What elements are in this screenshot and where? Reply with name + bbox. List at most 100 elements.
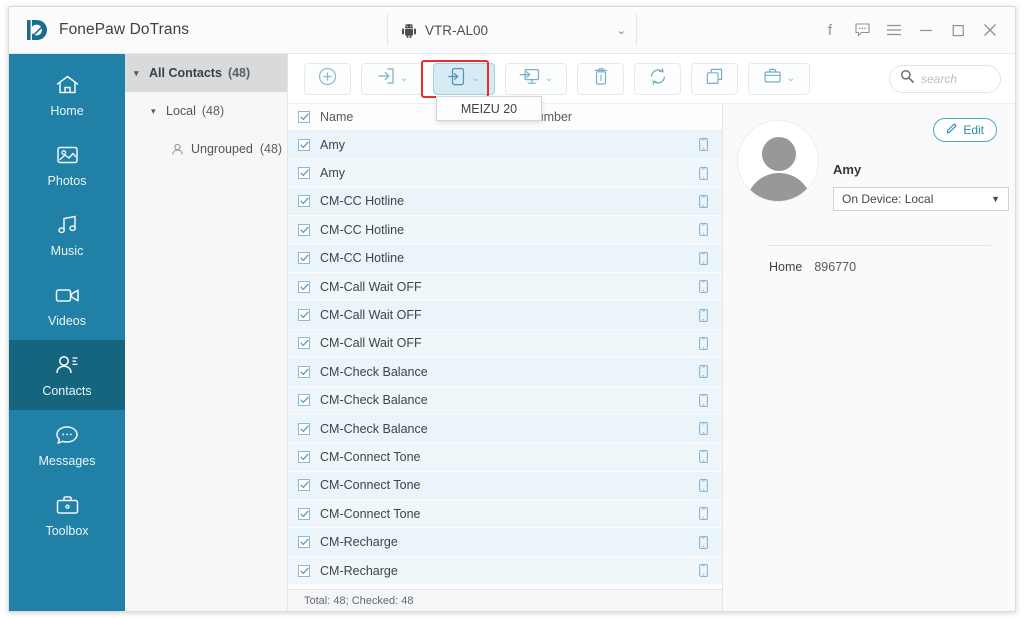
- close-button[interactable]: [975, 15, 1005, 45]
- caret-down-icon[interactable]: ▾: [151, 106, 160, 117]
- search-input[interactable]: search: [889, 64, 1001, 93]
- row-name: CM-Check Balance: [320, 393, 428, 408]
- sidebar-item-messages[interactable]: Messages: [9, 410, 125, 480]
- table-row[interactable]: CM-CC Hotline: [288, 187, 722, 217]
- row-checkbox[interactable]: [298, 394, 310, 407]
- row-checkbox[interactable]: [298, 138, 310, 151]
- row-checkbox[interactable]: [298, 167, 310, 180]
- table-row[interactable]: CM-Connect Tone: [288, 471, 722, 501]
- phone-icon: [699, 223, 708, 237]
- select-all-checkbox[interactable]: [298, 111, 310, 123]
- table-row[interactable]: CM-Check Balance: [288, 358, 722, 387]
- refresh-icon: [648, 67, 668, 91]
- detail-divider: [767, 245, 991, 246]
- row-checkbox[interactable]: [298, 337, 310, 350]
- sidebar-item-contacts[interactable]: Contacts: [9, 340, 125, 410]
- phone-icon: [699, 280, 708, 294]
- chevron-down-icon[interactable]: ⌄: [787, 73, 795, 84]
- dropdown-option-meizu-20[interactable]: MEIZU 20: [461, 102, 517, 116]
- row-checkbox[interactable]: [298, 252, 310, 265]
- chevron-down-icon[interactable]: ⌄: [471, 73, 479, 84]
- device-selector[interactable]: VTR-AL00 ⌄: [387, 14, 637, 46]
- table-row[interactable]: CM-Call Wait OFF: [288, 272, 722, 302]
- row-checkbox[interactable]: [298, 536, 310, 549]
- row-checkbox[interactable]: [298, 479, 310, 492]
- deduplicate-button[interactable]: [691, 62, 738, 95]
- row-checkbox[interactable]: [298, 450, 310, 463]
- contacts-group-tree: ▾ All Contacts (48) ▾ Local (48) Ungroup…: [125, 54, 288, 611]
- table-row[interactable]: CM-Recharge: [288, 556, 722, 586]
- person-icon: [171, 143, 184, 156]
- sidebar-item-label: Contacts: [42, 384, 92, 398]
- row-checkbox[interactable]: [298, 422, 310, 435]
- device-name: VTR-AL00: [425, 22, 489, 38]
- table-row[interactable]: CM-CC Hotline: [288, 216, 722, 245]
- edit-button[interactable]: Edit: [933, 118, 997, 142]
- chevron-down-icon[interactable]: ⌄: [545, 73, 553, 84]
- row-checkbox[interactable]: [298, 365, 310, 378]
- music-icon: [53, 212, 81, 237]
- phone-icon: [699, 393, 708, 407]
- trash-icon: [593, 67, 609, 91]
- row-name: CM-CC Hotline: [320, 251, 405, 266]
- contacts-rows: Amy Amy CM-CC Hotline CM-CC Hotline CM-C…: [288, 131, 722, 589]
- row-checkbox[interactable]: [298, 564, 310, 577]
- row-name: CM-Call Wait OFF: [320, 279, 422, 294]
- sidebar-item-music[interactable]: Music: [9, 200, 125, 270]
- row-checkbox[interactable]: [298, 309, 310, 322]
- menu-button[interactable]: [879, 15, 909, 45]
- table-row[interactable]: Amy: [288, 131, 722, 160]
- row-name: CM-Call Wait OFF: [320, 308, 422, 323]
- add-contact-button[interactable]: [304, 62, 351, 95]
- sidebar-item-videos[interactable]: Videos: [9, 270, 125, 340]
- row-checkbox[interactable]: [298, 223, 310, 236]
- toolbox-button[interactable]: ⌄: [748, 62, 810, 95]
- row-checkbox[interactable]: [298, 280, 310, 293]
- table-row[interactable]: CM-Recharge: [288, 528, 722, 557]
- tree-item-count: (48): [259, 142, 283, 156]
- row-checkbox[interactable]: [298, 195, 310, 208]
- caret-down-icon[interactable]: ▾: [134, 68, 143, 79]
- field-value: 896770: [814, 260, 857, 274]
- device-target-dropdown[interactable]: MEIZU 20: [436, 96, 542, 121]
- table-row[interactable]: Amy: [288, 159, 722, 188]
- table-row[interactable]: CM-CC Hotline: [288, 244, 722, 273]
- sidebar-item-home[interactable]: Home: [9, 60, 125, 130]
- maximize-button[interactable]: [943, 15, 973, 45]
- table-row[interactable]: CM-Connect Tone: [288, 500, 722, 529]
- sidebar-item-photos[interactable]: Photos: [9, 130, 125, 200]
- chevron-down-icon[interactable]: ⌄: [400, 73, 408, 84]
- edit-button-label: Edit: [963, 123, 984, 137]
- export-to-computer-button[interactable]: ⌄: [505, 62, 567, 95]
- title-bar: FonePaw DoTrans VTR-AL00 ⌄ f: [9, 7, 1015, 54]
- delete-button[interactable]: [577, 62, 624, 95]
- row-name: CM-Check Balance: [320, 421, 428, 436]
- tree-item-ungrouped[interactable]: Ungrouped (48): [125, 130, 287, 168]
- tree-item-all-contacts[interactable]: ▾ All Contacts (48): [125, 54, 287, 92]
- search-icon: [900, 69, 914, 88]
- column-header-label: Name: [320, 110, 354, 124]
- minimize-button[interactable]: [911, 15, 941, 45]
- content-area: Name Phone Number Amy Amy: [288, 104, 1015, 611]
- chevron-down-icon[interactable]: ▼: [991, 194, 1000, 204]
- table-row[interactable]: CM-Call Wait OFF: [288, 329, 722, 359]
- on-device-select[interactable]: On Device: Local ▼: [833, 187, 1009, 211]
- photos-icon: [53, 142, 81, 167]
- import-button[interactable]: ⌄: [361, 62, 423, 95]
- status-bar: Total: 48; Checked: 48: [288, 589, 722, 611]
- table-row[interactable]: CM-Call Wait OFF: [288, 301, 722, 330]
- refresh-button[interactable]: [634, 62, 681, 95]
- table-row[interactable]: CM-Connect Tone: [288, 443, 722, 472]
- table-row[interactable]: CM-Check Balance: [288, 414, 722, 444]
- feedback-button[interactable]: [847, 15, 877, 45]
- phone-icon: [699, 251, 708, 265]
- sidebar-item-toolbox[interactable]: Toolbox: [9, 480, 125, 550]
- tree-item-local[interactable]: ▾ Local (48): [125, 92, 287, 130]
- import-arrow-icon: [376, 67, 395, 90]
- row-name: CM-Connect Tone: [320, 478, 421, 493]
- row-name: Amy: [320, 166, 345, 181]
- table-row[interactable]: CM-Check Balance: [288, 386, 722, 415]
- row-checkbox[interactable]: [298, 507, 310, 520]
- facebook-button[interactable]: f: [815, 15, 845, 45]
- export-to-device-button[interactable]: ⌄: [433, 62, 495, 95]
